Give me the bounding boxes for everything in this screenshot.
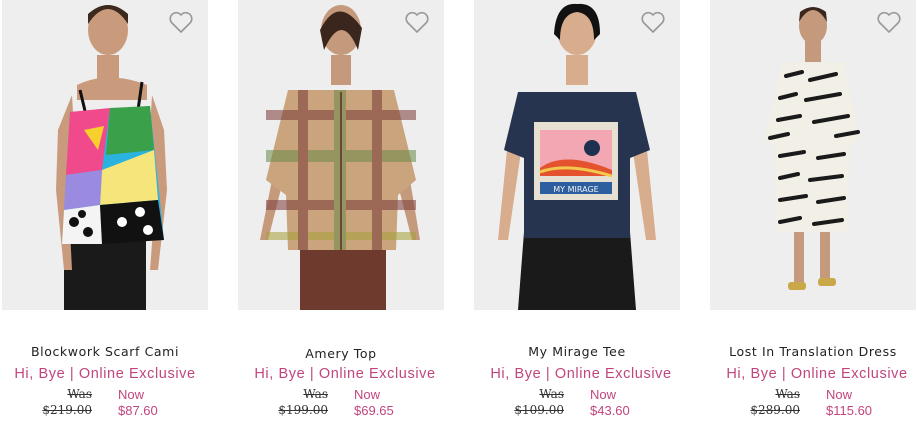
promo-label: Hi, Bye | Online Exclusive (490, 366, 672, 382)
now-price: $115.60 (826, 403, 873, 418)
now-price: $87.60 (118, 403, 158, 418)
product-card[interactable]: Blockwork Scarf Cami Hi, Bye | Online Ex… (0, 0, 236, 426)
product-grid: Blockwork Scarf Cami Hi, Bye | Online Ex… (0, 0, 918, 426)
now-label: Now (354, 387, 381, 402)
promo-label: Hi, Bye | Online Exclusive (726, 366, 908, 382)
price-values: $109.00 $43.60 (472, 403, 682, 418)
product-name[interactable]: Amery Top (236, 346, 446, 361)
now-label: Now (118, 387, 145, 402)
product-name[interactable]: Lost In Translation Dress (708, 344, 918, 359)
was-label: Was (775, 387, 800, 401)
promo-label: Hi, Bye | Online Exclusive (254, 366, 436, 382)
product-card[interactable]: Amery Top Hi, Bye | Online Exclusive Was… (236, 0, 472, 426)
product-name[interactable]: My Mirage Tee (472, 344, 682, 359)
was-label: Was (539, 387, 564, 401)
product-image[interactable] (2, 0, 208, 310)
price-labels: Was Now (708, 387, 918, 402)
heart-icon[interactable] (640, 10, 666, 34)
now-price: $69.65 (354, 403, 394, 418)
heart-icon[interactable] (876, 10, 902, 34)
price-values: $289.00 $115.60 (708, 403, 918, 418)
product-image[interactable] (710, 0, 916, 310)
was-price: $199.00 (278, 403, 328, 417)
heart-icon[interactable] (168, 10, 194, 34)
now-price: $43.60 (590, 403, 630, 418)
now-label: Now (590, 387, 617, 402)
was-price: $289.00 (750, 403, 800, 417)
product-image[interactable]: MY MIRAGE (474, 0, 680, 310)
product-name[interactable]: Blockwork Scarf Cami (0, 344, 210, 359)
promo-label: Hi, Bye | Online Exclusive (14, 366, 196, 382)
was-label: Was (303, 387, 328, 401)
product-image[interactable] (238, 0, 444, 310)
svg-text:MY MIRAGE: MY MIRAGE (553, 185, 598, 194)
price-labels: Was Now (236, 387, 446, 402)
was-label: Was (67, 387, 92, 401)
was-price: $109.00 (514, 403, 564, 417)
heart-icon[interactable] (404, 10, 430, 34)
was-price: $219.00 (42, 403, 92, 417)
price-labels: Was Now (0, 387, 210, 402)
price-values: $219.00 $87.60 (0, 403, 210, 418)
price-values: $199.00 $69.65 (236, 403, 446, 418)
product-card[interactable]: Lost In Translation Dress Hi, Bye | Onli… (708, 0, 918, 426)
price-labels: Was Now (472, 387, 682, 402)
product-card[interactable]: MY MIRAGE My Mirage Tee Hi, Bye | Online… (472, 0, 708, 426)
now-label: Now (826, 387, 853, 402)
